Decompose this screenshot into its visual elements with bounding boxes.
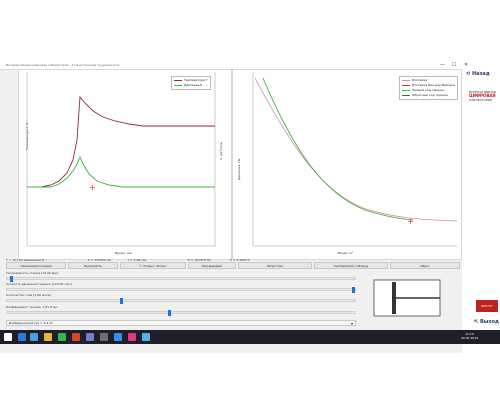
slider-track-0[interactable]: [6, 277, 356, 280]
temperature-series: [27, 95, 215, 188]
app-icon-2[interactable]: [72, 333, 80, 341]
time-course-button[interactable]: Ход времени: [188, 262, 236, 269]
legend-pressure: Давление P: [174, 83, 208, 88]
slider-track-2[interactable]: [6, 299, 356, 302]
explorer-icon[interactable]: [44, 333, 52, 341]
app-icon-7[interactable]: [142, 333, 150, 341]
taskbar: 11:15 24.05.2019: [0, 330, 500, 344]
left-chart-panel: + Температура T, К V, дм³/моль Время, се…: [18, 69, 232, 260]
maximize-button[interactable]: ☐: [452, 61, 456, 69]
execute-button[interactable]: Выполнить: [68, 262, 118, 269]
time-chart: +: [26, 72, 216, 247]
time-x-label: Время, сек: [115, 251, 133, 255]
slider-track-1[interactable]: [6, 288, 356, 291]
time-y-label: Температура T, К: [25, 122, 29, 150]
app-icon-3[interactable]: [86, 333, 94, 341]
search-icon[interactable]: [18, 333, 26, 341]
pv-y-label: Давление, Па: [237, 158, 241, 180]
app-icon-6[interactable]: [128, 333, 136, 341]
slider-thumb-3[interactable]: [168, 310, 171, 316]
process-dropdown[interactable]: Изобарический (Vx = 4.2 Л) ▾: [6, 320, 356, 326]
slider-label-0: Теплоёмкость стенки [10.00 Дж]: [6, 271, 59, 275]
taskbar-clock[interactable]: 11:15 24.05.2019: [461, 332, 478, 340]
button-row: Начальная позиция Выполнить ☐ Только «Но…: [6, 262, 460, 269]
start-menu-icon[interactable]: [4, 333, 12, 341]
slider-track-3[interactable]: [6, 311, 356, 314]
close-button[interactable]: ✕: [464, 61, 468, 69]
app-icon-5[interactable]: [114, 333, 122, 341]
back-button[interactable]: ⟲ Назад: [466, 71, 490, 77]
temp-marker: +: [89, 183, 96, 192]
slider-label-1: Скорость движения поршня [120.00 см/с]: [6, 282, 73, 286]
window-title: Интерактивная цифровая лаборатория - 3 К…: [6, 63, 120, 67]
vdw-series: [262, 77, 414, 221]
start-button[interactable]: Запустить: [238, 262, 312, 269]
lab-logo: ИНТЕРАКТИВНАЯ ЦИФРОВАЯ ЛАБОРАТОРИЯ: [469, 90, 496, 102]
pv-marker: +: [407, 217, 414, 226]
chevron-down-icon: ▾: [350, 321, 353, 326]
pv-x-label: Объем, м³: [337, 251, 353, 255]
slider-thumb-1[interactable]: [352, 287, 355, 293]
time-y2-label: V, дм³/моль: [219, 141, 223, 160]
exit-button[interactable]: ⇱ Выход: [474, 319, 499, 325]
initial-position-button[interactable]: Начальная позиция: [6, 262, 66, 269]
app-icon-4[interactable]: [100, 333, 108, 341]
slider-label-2: Количество газа [1.00 моль]: [6, 293, 51, 297]
minimize-button[interactable]: —: [440, 61, 445, 69]
piston-diagram: [373, 279, 441, 317]
time-legend: Температура T Давление P: [171, 76, 211, 90]
taskview-icon[interactable]: [30, 333, 38, 341]
right-chart-panel: + Давление, Па Объем, м³ Изотерма Изотер…: [232, 69, 462, 260]
copy-table-button[interactable]: Скопировать таблицу: [314, 262, 388, 269]
zero-only-checkbox[interactable]: ☐ Только «Ноль»: [120, 262, 186, 269]
slider-label-3: Коэффициент трения, 1.81 Н·м/с: [6, 305, 59, 309]
slider-thumb-2[interactable]: [120, 298, 123, 304]
legend-back: Обратный ход поршня: [402, 93, 455, 98]
app-icon-1[interactable]: [58, 333, 66, 341]
pv-legend: Изотерма Изотерма Ван-дер-Ваальса Прямой…: [399, 76, 458, 100]
reset-button[interactable]: Сброс: [390, 262, 460, 269]
resyst-logo: RESYST: [476, 300, 498, 312]
